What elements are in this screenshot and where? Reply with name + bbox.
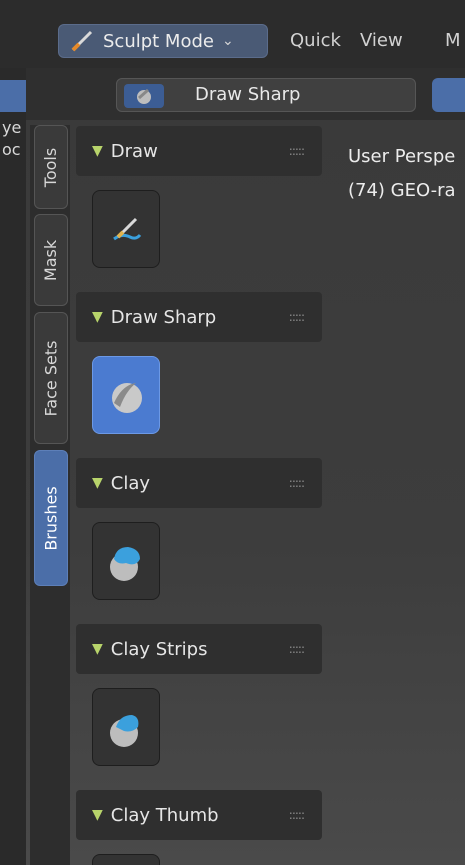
panel-title: Clay Thumb <box>110 804 219 826</box>
drag-grip-icon[interactable]: ::::: <box>289 310 305 324</box>
tab-tools-label: Tools <box>41 147 61 187</box>
left-label-1: ye <box>2 118 22 137</box>
menu-more[interactable]: M <box>445 30 461 51</box>
drag-grip-icon[interactable]: ::::: <box>289 808 305 822</box>
tab-mask[interactable]: Mask <box>34 214 68 306</box>
tab-face-sets-label: Face Sets <box>41 340 61 416</box>
brush-draw-button[interactable] <box>92 190 160 268</box>
sculpt-brush-icon <box>71 30 93 52</box>
panel-header-clay-strips[interactable]: ▼ Clay Strips ::::: <box>76 624 322 674</box>
draw-sharp-brush-icon <box>112 383 142 413</box>
draw-sharp-mini-icon <box>137 88 151 104</box>
tab-brushes[interactable]: Brushes <box>34 450 68 586</box>
mode-selector[interactable]: Sculpt Mode ⌄ <box>58 24 268 58</box>
brush-clay-button[interactable] <box>92 522 160 600</box>
panel-title: Draw Sharp <box>110 306 217 328</box>
top-header: Sculpt Mode ⌄ Quick View M <box>0 0 465 68</box>
left-strip <box>0 68 26 865</box>
brush-clay-strips-button[interactable] <box>92 688 160 766</box>
brush-thumbnail-icon[interactable] <box>124 84 164 108</box>
clay-brush-icon <box>110 547 140 581</box>
expand-triangle-icon: ▼ <box>92 807 103 823</box>
menu-view[interactable]: View <box>360 30 403 51</box>
panel-header-clay[interactable]: ▼ Clay ::::: <box>76 458 322 508</box>
panel-title: Draw <box>110 140 158 162</box>
expand-triangle-icon: ▼ <box>92 309 103 325</box>
menu-quick[interactable]: Quick <box>290 30 341 51</box>
tab-mask-label: Mask <box>41 239 61 281</box>
left-strip-selection <box>0 80 26 112</box>
mode-label: Sculpt Mode <box>103 30 214 52</box>
brush-new-button[interactable] <box>432 78 465 112</box>
expand-triangle-icon: ▼ <box>92 641 103 657</box>
left-label-2: oc <box>2 140 21 159</box>
panel-header-clay-thumb[interactable]: ▼ Clay Thumb ::::: <box>76 790 322 840</box>
tab-tools[interactable]: Tools <box>34 125 68 209</box>
chevron-down-icon: ⌄ <box>221 33 234 49</box>
draw-brush-icon <box>113 217 142 241</box>
tab-brushes-label: Brushes <box>41 485 61 551</box>
viewport-object-label: (74) GEO-ra <box>348 180 456 201</box>
brush-draw-sharp-button[interactable] <box>92 356 160 434</box>
drag-grip-icon[interactable]: ::::: <box>289 476 305 490</box>
panel-header-draw-sharp[interactable]: ▼ Draw Sharp ::::: <box>76 292 322 342</box>
panel-title: Clay Strips <box>110 638 208 660</box>
tab-face-sets[interactable]: Face Sets <box>34 312 68 444</box>
brush-clay-thumb-button[interactable] <box>92 854 160 865</box>
drag-grip-icon[interactable]: ::::: <box>289 144 305 158</box>
viewport-view-label: User Perspe <box>348 146 456 167</box>
clay-strips-brush-icon <box>110 715 139 747</box>
expand-triangle-icon: ▼ <box>92 143 103 159</box>
current-brush-name: Draw Sharp <box>195 84 301 105</box>
panel-title: Clay <box>110 472 151 494</box>
drag-grip-icon[interactable]: ::::: <box>289 642 305 656</box>
panel-header-draw[interactable]: ▼ Draw ::::: <box>76 126 322 176</box>
expand-triangle-icon: ▼ <box>92 475 103 491</box>
